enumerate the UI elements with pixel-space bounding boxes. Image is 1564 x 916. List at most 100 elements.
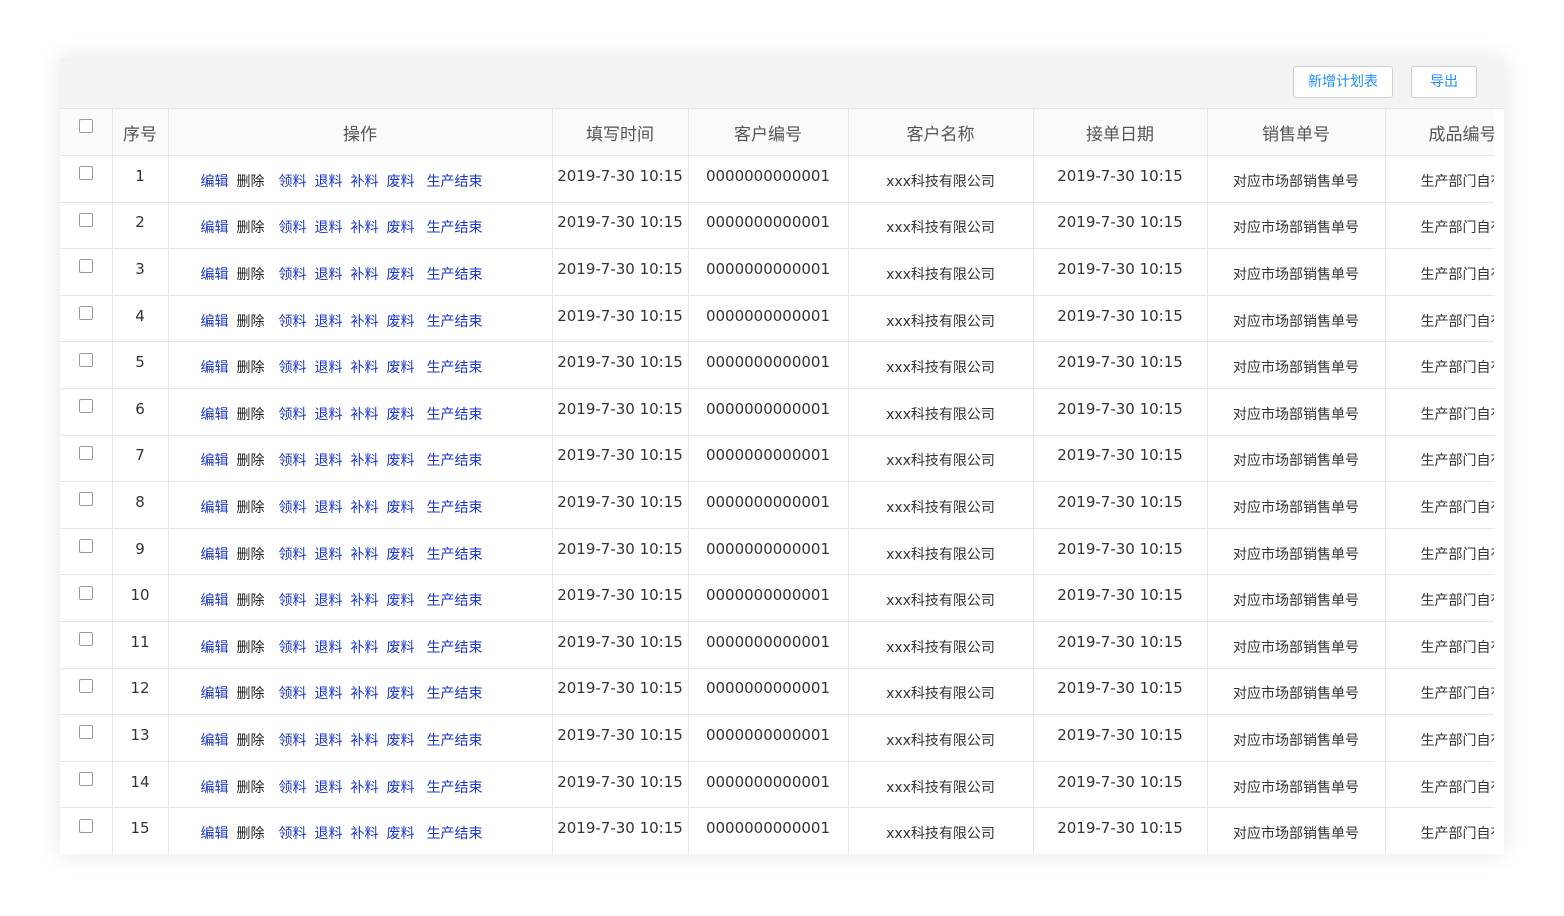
production-end-link[interactable]: 生产结束 [427, 547, 483, 563]
supplement-material-link[interactable]: 补料 [351, 640, 379, 656]
edit-link[interactable]: 编辑 [201, 733, 229, 749]
supplement-material-link[interactable]: 补料 [351, 826, 379, 842]
delete-link[interactable]: 删除 [237, 547, 265, 563]
edit-link[interactable]: 编辑 [201, 500, 229, 516]
production-end-link[interactable]: 生产结束 [427, 640, 483, 656]
requisition-link[interactable]: 领料 [279, 500, 307, 516]
supplement-material-link[interactable]: 补料 [351, 733, 379, 749]
edit-link[interactable]: 编辑 [201, 360, 229, 376]
supplement-material-link[interactable]: 补料 [351, 500, 379, 516]
new-plan-button[interactable]: 新增计划表 [1293, 66, 1393, 98]
scrap-material-link[interactable]: 废料 [387, 826, 415, 842]
row-checkbox[interactable] [78, 399, 93, 414]
scrap-material-link[interactable]: 废料 [387, 686, 415, 702]
row-checkbox[interactable] [78, 632, 93, 647]
scrap-material-link[interactable]: 废料 [387, 220, 415, 236]
requisition-link[interactable]: 领料 [279, 174, 307, 190]
return-material-link[interactable]: 退料 [315, 453, 343, 469]
edit-link[interactable]: 编辑 [201, 407, 229, 423]
production-end-link[interactable]: 生产结束 [427, 686, 483, 702]
requisition-link[interactable]: 领料 [279, 220, 307, 236]
return-material-link[interactable]: 退料 [315, 500, 343, 516]
supplement-material-link[interactable]: 补料 [351, 267, 379, 283]
production-end-link[interactable]: 生产结束 [427, 500, 483, 516]
row-checkbox[interactable] [78, 725, 93, 740]
requisition-link[interactable]: 领料 [279, 780, 307, 796]
supplement-material-link[interactable]: 补料 [351, 547, 379, 563]
scrap-material-link[interactable]: 废料 [387, 174, 415, 190]
table-container[interactable]: 序号 操作 填写时间 客户编号 客户名称 接单日期 销售单号 成品编号 1 编辑… [60, 108, 1494, 854]
supplement-material-link[interactable]: 补料 [351, 453, 379, 469]
return-material-link[interactable]: 退料 [315, 360, 343, 376]
edit-link[interactable]: 编辑 [201, 686, 229, 702]
scrap-material-link[interactable]: 废料 [387, 500, 415, 516]
return-material-link[interactable]: 退料 [315, 826, 343, 842]
requisition-link[interactable]: 领料 [279, 640, 307, 656]
requisition-link[interactable]: 领料 [279, 826, 307, 842]
edit-link[interactable]: 编辑 [201, 826, 229, 842]
row-checkbox[interactable] [78, 585, 93, 600]
edit-link[interactable]: 编辑 [201, 174, 229, 190]
requisition-link[interactable]: 领料 [279, 407, 307, 423]
supplement-material-link[interactable]: 补料 [351, 593, 379, 609]
row-checkbox[interactable] [78, 539, 93, 554]
return-material-link[interactable]: 退料 [315, 267, 343, 283]
requisition-link[interactable]: 领料 [279, 453, 307, 469]
supplement-material-link[interactable]: 补料 [351, 360, 379, 376]
supplement-material-link[interactable]: 补料 [351, 314, 379, 330]
export-button[interactable]: 导出 [1411, 66, 1477, 98]
production-end-link[interactable]: 生产结束 [427, 314, 483, 330]
edit-link[interactable]: 编辑 [201, 547, 229, 563]
row-checkbox[interactable] [78, 445, 93, 460]
supplement-material-link[interactable]: 补料 [351, 686, 379, 702]
row-checkbox[interactable] [78, 492, 93, 507]
delete-link[interactable]: 删除 [237, 360, 265, 376]
production-end-link[interactable]: 生产结束 [427, 780, 483, 796]
row-checkbox[interactable] [78, 772, 93, 787]
delete-link[interactable]: 删除 [237, 453, 265, 469]
requisition-link[interactable]: 领料 [279, 733, 307, 749]
edit-link[interactable]: 编辑 [201, 220, 229, 236]
delete-link[interactable]: 删除 [237, 593, 265, 609]
row-checkbox[interactable] [78, 306, 93, 321]
production-end-link[interactable]: 生产结束 [427, 733, 483, 749]
delete-link[interactable]: 删除 [237, 220, 265, 236]
return-material-link[interactable]: 退料 [315, 733, 343, 749]
scrap-material-link[interactable]: 废料 [387, 593, 415, 609]
scrap-material-link[interactable]: 废料 [387, 453, 415, 469]
edit-link[interactable]: 编辑 [201, 640, 229, 656]
production-end-link[interactable]: 生产结束 [427, 826, 483, 842]
return-material-link[interactable]: 退料 [315, 174, 343, 190]
scrap-material-link[interactable]: 废料 [387, 733, 415, 749]
scrap-material-link[interactable]: 废料 [387, 314, 415, 330]
return-material-link[interactable]: 退料 [315, 220, 343, 236]
production-end-link[interactable]: 生产结束 [427, 267, 483, 283]
delete-link[interactable]: 删除 [237, 826, 265, 842]
row-checkbox[interactable] [78, 678, 93, 693]
edit-link[interactable]: 编辑 [201, 453, 229, 469]
production-end-link[interactable]: 生产结束 [427, 360, 483, 376]
scrap-material-link[interactable]: 废料 [387, 547, 415, 563]
requisition-link[interactable]: 领料 [279, 314, 307, 330]
scrap-material-link[interactable]: 废料 [387, 360, 415, 376]
return-material-link[interactable]: 退料 [315, 314, 343, 330]
production-end-link[interactable]: 生产结束 [427, 407, 483, 423]
select-all-checkbox[interactable] [78, 119, 93, 133]
return-material-link[interactable]: 退料 [315, 407, 343, 423]
row-checkbox[interactable] [78, 352, 93, 367]
supplement-material-link[interactable]: 补料 [351, 174, 379, 190]
return-material-link[interactable]: 退料 [315, 547, 343, 563]
delete-link[interactable]: 删除 [237, 174, 265, 190]
return-material-link[interactable]: 退料 [315, 780, 343, 796]
row-checkbox[interactable] [78, 259, 93, 274]
supplement-material-link[interactable]: 补料 [351, 407, 379, 423]
row-checkbox[interactable] [78, 212, 93, 227]
delete-link[interactable]: 删除 [237, 407, 265, 423]
row-checkbox[interactable] [78, 818, 93, 833]
return-material-link[interactable]: 退料 [315, 640, 343, 656]
requisition-link[interactable]: 领料 [279, 267, 307, 283]
supplement-material-link[interactable]: 补料 [351, 220, 379, 236]
edit-link[interactable]: 编辑 [201, 267, 229, 283]
requisition-link[interactable]: 领料 [279, 686, 307, 702]
production-end-link[interactable]: 生产结束 [427, 174, 483, 190]
